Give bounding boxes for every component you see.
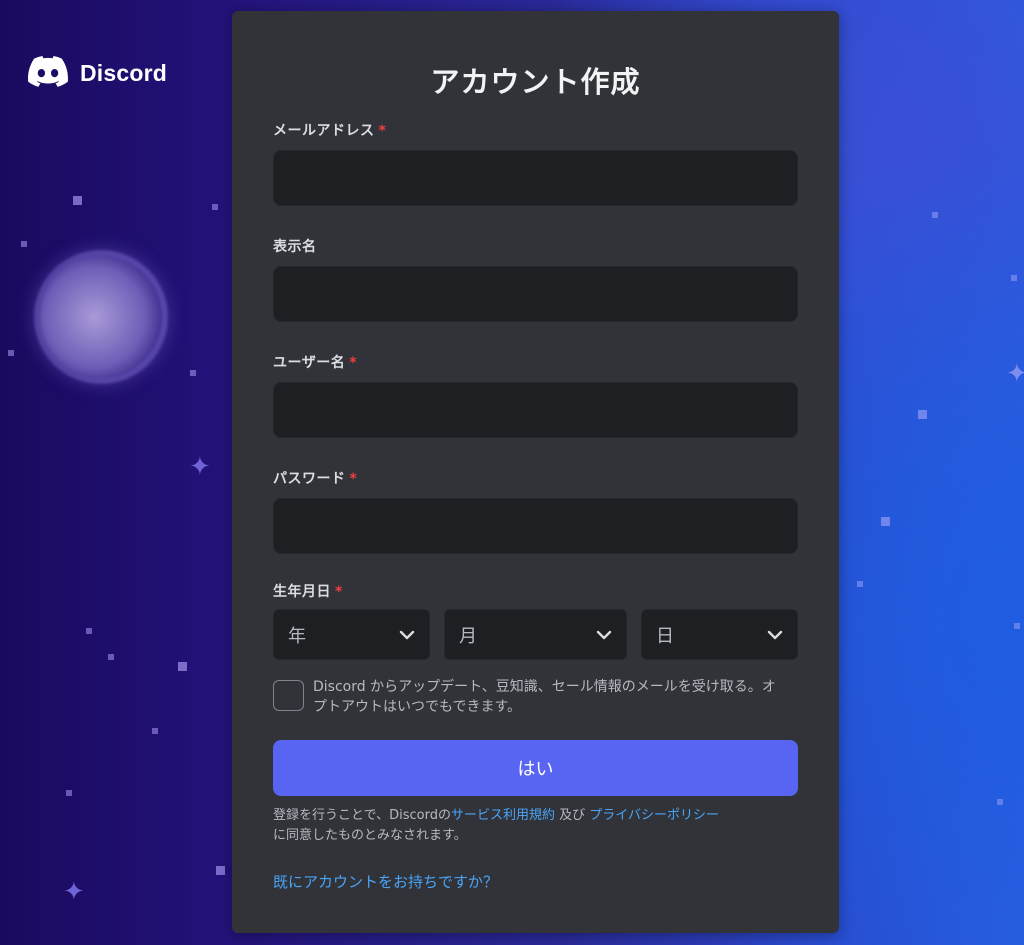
- display-name-label-text: 表示名: [273, 239, 317, 255]
- background-star: [66, 790, 72, 796]
- username-field[interactable]: [273, 382, 798, 438]
- discord-logo-icon: [28, 56, 68, 91]
- background-star: [108, 654, 114, 660]
- background-star: [932, 212, 938, 218]
- terms-of-service-link[interactable]: サービス利用規約: [451, 808, 555, 823]
- username-label: ユーザー名 *: [273, 352, 357, 372]
- chevron-down-icon: [596, 630, 612, 640]
- brand-logo: Discord: [28, 56, 167, 91]
- email-field[interactable]: [273, 150, 798, 206]
- marketing-optin-checkbox[interactable]: [273, 680, 304, 711]
- required-marker: *: [349, 471, 358, 487]
- background-star: [21, 241, 27, 247]
- sparkle-icon: ✦: [189, 452, 211, 482]
- username-label-text: ユーザー名: [273, 355, 346, 371]
- password-label-text: パスワード: [273, 471, 346, 487]
- background-star: [1014, 623, 1020, 629]
- marketing-optin-text: Discord からアップデート、豆知識、セール情報のメールを受け取る。オプトア…: [313, 679, 776, 715]
- birthdate-label: 生年月日 *: [273, 581, 343, 601]
- year-select[interactable]: 年: [273, 609, 430, 660]
- background-orb: [40, 256, 162, 378]
- background-star: [73, 196, 82, 205]
- background-star: [152, 728, 158, 734]
- email-label: メールアドレス *: [273, 120, 386, 140]
- background-star: [8, 350, 14, 356]
- legal-prefix: 登録を行うことで、Discordの: [273, 808, 451, 823]
- brand-name: Discord: [80, 60, 168, 86]
- background-star: [1011, 275, 1017, 281]
- background-star: [857, 581, 863, 587]
- privacy-policy-link[interactable]: プライバシーポリシー: [589, 808, 719, 823]
- page-title: アカウント作成: [430, 65, 641, 99]
- password-label: パスワード *: [273, 468, 357, 488]
- background-star: [86, 628, 92, 634]
- chevron-down-icon: [399, 630, 415, 640]
- month-select[interactable]: 月: [444, 609, 627, 660]
- legal-notice: 登録を行うことで、Discordのサービス利用規約 及び プライバシーポリシーに…: [273, 806, 798, 846]
- background-star: [881, 517, 890, 526]
- email-label-text: メールアドレス: [273, 123, 375, 139]
- birthdate-label-text: 生年月日: [273, 584, 331, 600]
- background-star: [918, 410, 927, 419]
- sparkle-icon: ✦: [63, 877, 85, 907]
- background-star: [178, 662, 187, 671]
- required-marker: *: [335, 584, 343, 600]
- sparkle-icon: ✦: [1006, 359, 1024, 389]
- background-star: [997, 799, 1003, 805]
- chevron-down-icon: [767, 630, 783, 640]
- password-field[interactable]: [273, 498, 798, 554]
- required-marker: *: [349, 355, 358, 371]
- legal-conjunction: 及び: [554, 808, 590, 823]
- month-select-placeholder: 月: [459, 625, 477, 647]
- legal-suffix: に同意したものとみなされます。: [273, 828, 467, 843]
- day-select[interactable]: 日: [641, 609, 798, 660]
- register-card: アカウント作成 メールアドレス * 表示名 ユーザー名 * パスワード * 生年月日 *…: [232, 11, 839, 933]
- day-select-placeholder: 日: [656, 625, 674, 647]
- login-link[interactable]: 既にアカウントをお持ちですか？: [273, 871, 498, 892]
- display-name-field[interactable]: [273, 266, 798, 322]
- year-select-placeholder: 年: [288, 625, 306, 647]
- background-star: [190, 370, 196, 376]
- required-marker: *: [378, 123, 387, 139]
- background-star: [216, 866, 225, 875]
- background-star: [212, 204, 218, 210]
- submit-button[interactable]: はい: [273, 740, 798, 796]
- display-name-label: 表示名: [273, 236, 317, 256]
